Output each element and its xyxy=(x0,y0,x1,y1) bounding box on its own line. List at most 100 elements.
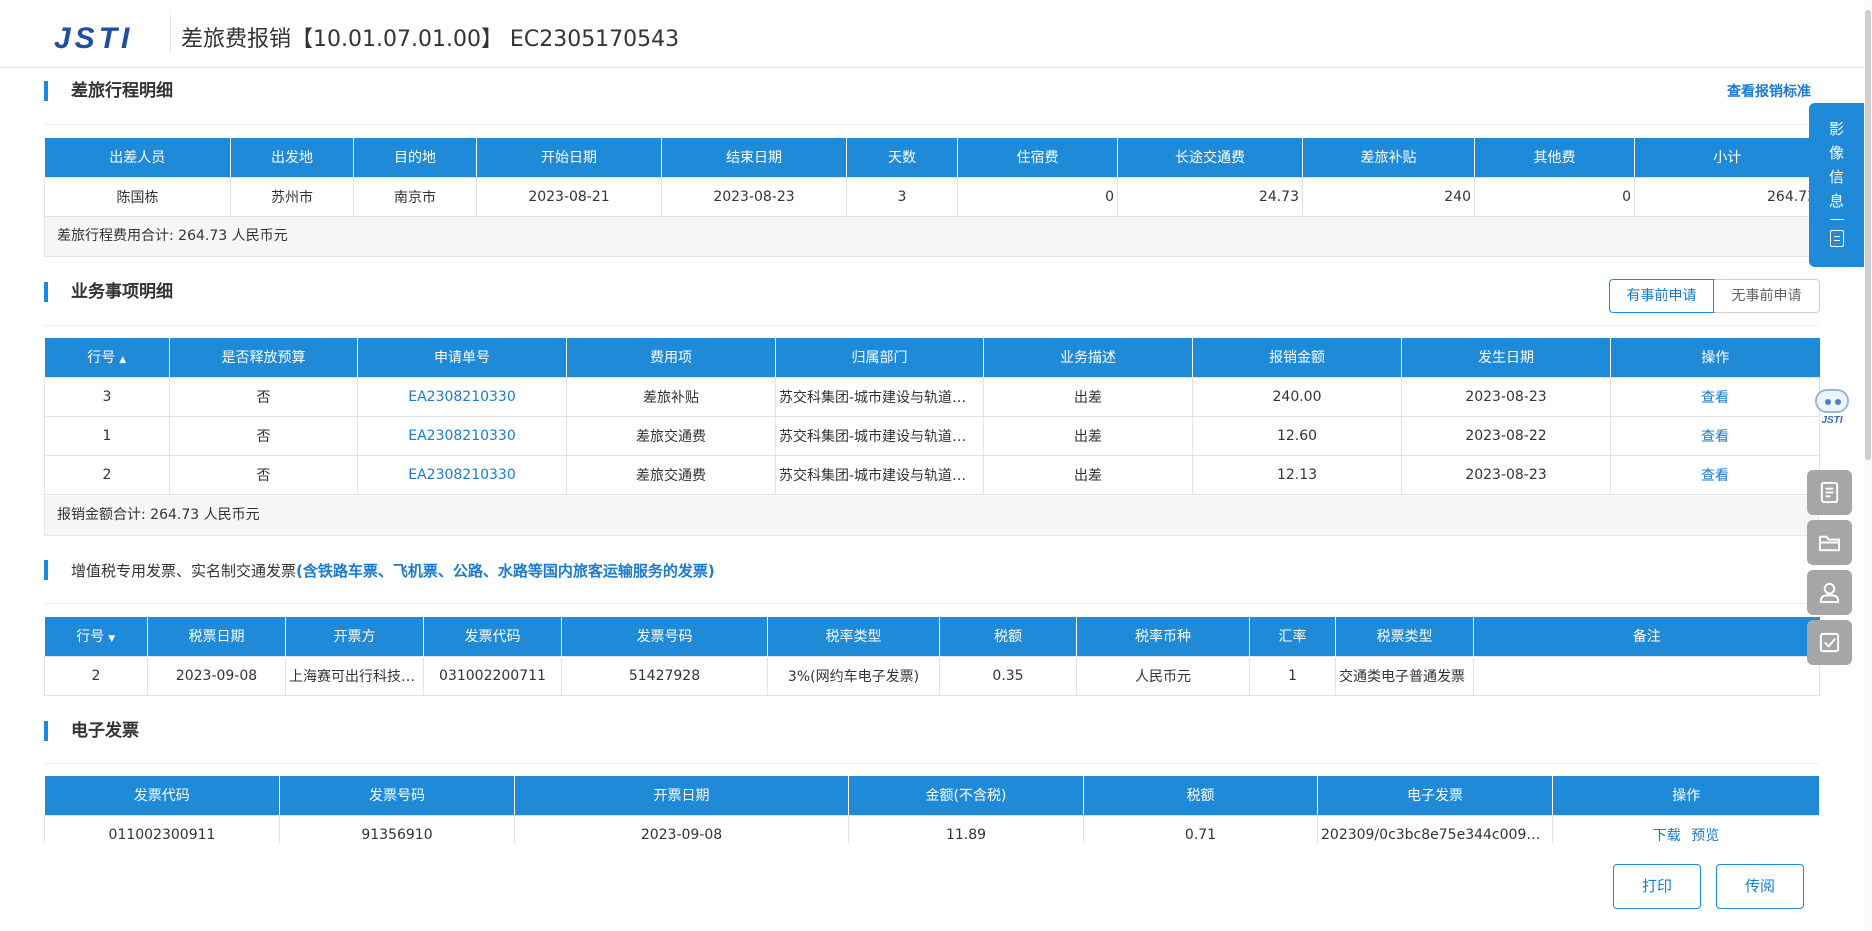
document-icon xyxy=(1829,230,1844,247)
image-info-panel[interactable]: 影 像 信 息 xyxy=(1809,103,1864,267)
col-issue-date[interactable]: 开票日期 xyxy=(514,776,849,815)
date-cell: 2023-08-23 xyxy=(1401,376,1611,417)
einvoice-table-viewport[interactable]: 发票代码 发票号码 开票日期 金额(不含税) 税额 电子发票 操作 011002… xyxy=(44,776,1819,843)
view-link[interactable]: 查看 xyxy=(1610,376,1820,417)
col-start-date[interactable]: 开始日期 xyxy=(476,138,662,177)
tax-amount-cell: 0.35 xyxy=(939,655,1077,696)
sort-asc-icon[interactable]: ▲ xyxy=(119,355,126,365)
col-long-distance[interactable]: 长途交通费 xyxy=(1117,138,1303,177)
col-invoice-date[interactable]: 税票日期 xyxy=(147,617,286,656)
action-cell: 下载 预览 xyxy=(1552,814,1819,844)
sort-desc-icon[interactable]: ▼ xyxy=(108,634,115,644)
row-no-cell: 3 xyxy=(44,376,170,417)
section-marker xyxy=(44,560,48,580)
col-issuer[interactable]: 开票方 xyxy=(285,617,424,656)
col-traveler[interactable]: 出差人员 xyxy=(44,138,231,177)
exchange-rate-cell: 1 xyxy=(1249,655,1336,696)
trip-table: 出差人员 出发地 目的地 开始日期 结束日期 天数 住宿费 长途交通费 差旅补贴… xyxy=(44,138,1820,217)
destination-cell: 南京市 xyxy=(353,176,477,217)
col-amount-excl-tax[interactable]: 金额(不含税) xyxy=(848,776,1084,815)
amount-cell: 12.13 xyxy=(1192,454,1402,495)
col-date[interactable]: 发生日期 xyxy=(1401,338,1611,377)
col-lodging[interactable]: 住宿费 xyxy=(957,138,1118,177)
col-other[interactable]: 其他费 xyxy=(1474,138,1635,177)
col-remarks[interactable]: 备注 xyxy=(1473,617,1820,656)
divider xyxy=(44,763,1819,764)
col-release-budget[interactable]: 是否释放预算 xyxy=(169,338,358,377)
expense-item-cell: 差旅交通费 xyxy=(566,415,776,456)
table-row: 011002300911 91356910 2023-09-08 11.89 0… xyxy=(44,814,1819,844)
check-tool-button[interactable] xyxy=(1807,620,1852,665)
robot-eye xyxy=(1835,399,1841,405)
section-marker xyxy=(44,282,48,302)
col-days[interactable]: 天数 xyxy=(846,138,958,177)
has-prior-request-toggle[interactable]: 有事前申请 xyxy=(1609,279,1714,313)
no-prior-request-toggle[interactable]: 无事前申请 xyxy=(1714,279,1820,313)
view-link[interactable]: 查看 xyxy=(1610,454,1820,495)
col-invoice-code[interactable]: 发票代码 xyxy=(423,617,562,656)
start-date-cell: 2023-08-21 xyxy=(476,176,662,217)
col-allowance[interactable]: 差旅补贴 xyxy=(1302,138,1475,177)
page-title: 差旅费报销【10.01.07.01.00】 EC2305170543 xyxy=(181,27,680,52)
col-end-date[interactable]: 结束日期 xyxy=(661,138,847,177)
col-action[interactable]: 操作 xyxy=(1610,338,1820,377)
einvoice-section-title: 电子发票 xyxy=(71,721,139,741)
view-standard-link[interactable]: 查看报销标准 xyxy=(1727,82,1811,102)
col-tax-rate-type[interactable]: 税率类型 xyxy=(767,617,940,656)
col-tax-amount[interactable]: 税额 xyxy=(939,617,1077,656)
trip-section-title: 差旅行程明细 xyxy=(71,81,173,101)
request-no-link[interactable]: EA2308210330 xyxy=(357,376,567,417)
section-marker xyxy=(44,81,48,101)
col-action[interactable]: 操作 xyxy=(1552,776,1819,815)
tax-cell: 0.71 xyxy=(1083,814,1318,843)
traveler-cell: 陈国栋 xyxy=(44,176,231,217)
print-button[interactable]: 打印 xyxy=(1613,864,1701,909)
request-no-link[interactable]: EA2308210330 xyxy=(357,415,567,456)
robot-icon xyxy=(1815,389,1849,413)
col-invoice-number[interactable]: 发票号码 xyxy=(279,776,515,815)
issuer-cell: 上海赛可出行科技服务有限公司 xyxy=(285,655,424,696)
folder-tool-button[interactable] xyxy=(1807,520,1852,565)
vat-invoice-table: 行号 ▼ 税票日期 开票方 发票代码 发票号码 税率类型 税额 税率币种 汇率 税… xyxy=(44,617,1820,696)
circulate-button[interactable]: 传阅 xyxy=(1716,864,1804,909)
col-subtotal[interactable]: 小计 xyxy=(1634,138,1820,177)
table-row: 1 否 EA2308210330 差旅交通费 苏交科集团-城市建设与轨道交通事业… xyxy=(44,415,1820,456)
download-link[interactable]: 下载 xyxy=(1653,828,1681,844)
view-link[interactable]: 查看 xyxy=(1610,415,1820,456)
trip-header-row: 出差人员 出发地 目的地 开始日期 结束日期 天数 住宿费 长途交通费 差旅补贴… xyxy=(44,138,1820,177)
col-invoice-type[interactable]: 税票类型 xyxy=(1335,617,1474,656)
col-tax[interactable]: 税额 xyxy=(1083,776,1318,815)
document-tool-button[interactable] xyxy=(1807,470,1852,515)
col-row-no[interactable]: 行号 ▲ xyxy=(44,338,170,377)
request-no-link[interactable]: EA2308210330 xyxy=(357,454,567,495)
col-description[interactable]: 业务描述 xyxy=(983,338,1193,377)
amount-cell: 240.00 xyxy=(1192,376,1402,417)
user-tool-button[interactable] xyxy=(1807,570,1852,615)
einvoice-table: 发票代码 发票号码 开票日期 金额(不含税) 税额 电子发票 操作 011002… xyxy=(44,776,1819,843)
col-request-no[interactable]: 申请单号 xyxy=(357,338,567,377)
divider xyxy=(44,603,1819,604)
business-header-row: 行号 ▲ 是否释放预算 申请单号 费用项 归属部门 业务描述 报销金额 发生日期 … xyxy=(44,338,1820,377)
col-invoice-number[interactable]: 发票号码 xyxy=(561,617,768,656)
assistant-robot[interactable]: JSTI xyxy=(1811,389,1853,429)
col-expense-item[interactable]: 费用项 xyxy=(566,338,776,377)
col-e-invoice[interactable]: 电子发票 xyxy=(1317,776,1553,815)
section-marker xyxy=(44,721,48,741)
scrollbar-thumb[interactable] xyxy=(1865,10,1871,460)
col-exchange-rate[interactable]: 汇率 xyxy=(1249,617,1336,656)
robot-label: JSTI xyxy=(1821,415,1843,426)
row-no-cell: 2 xyxy=(44,655,148,696)
col-department[interactable]: 归属部门 xyxy=(775,338,984,377)
col-destination[interactable]: 目的地 xyxy=(353,138,477,177)
invoice-date-cell: 2023-09-08 xyxy=(147,655,286,696)
col-departure[interactable]: 出发地 xyxy=(230,138,354,177)
issue-date-cell: 2023-09-08 xyxy=(514,814,849,843)
preview-link[interactable]: 预览 xyxy=(1691,828,1719,844)
col-currency[interactable]: 税率币种 xyxy=(1076,617,1250,656)
row-no-cell: 1 xyxy=(44,415,170,456)
col-row-no[interactable]: 行号 ▼ xyxy=(44,617,148,656)
divider xyxy=(44,124,1819,125)
col-invoice-code[interactable]: 发票代码 xyxy=(44,776,280,815)
col-amount[interactable]: 报销金额 xyxy=(1192,338,1402,377)
table-row: 2 否 EA2308210330 差旅交通费 苏交科集团-城市建设与轨道交通事业… xyxy=(44,454,1820,495)
